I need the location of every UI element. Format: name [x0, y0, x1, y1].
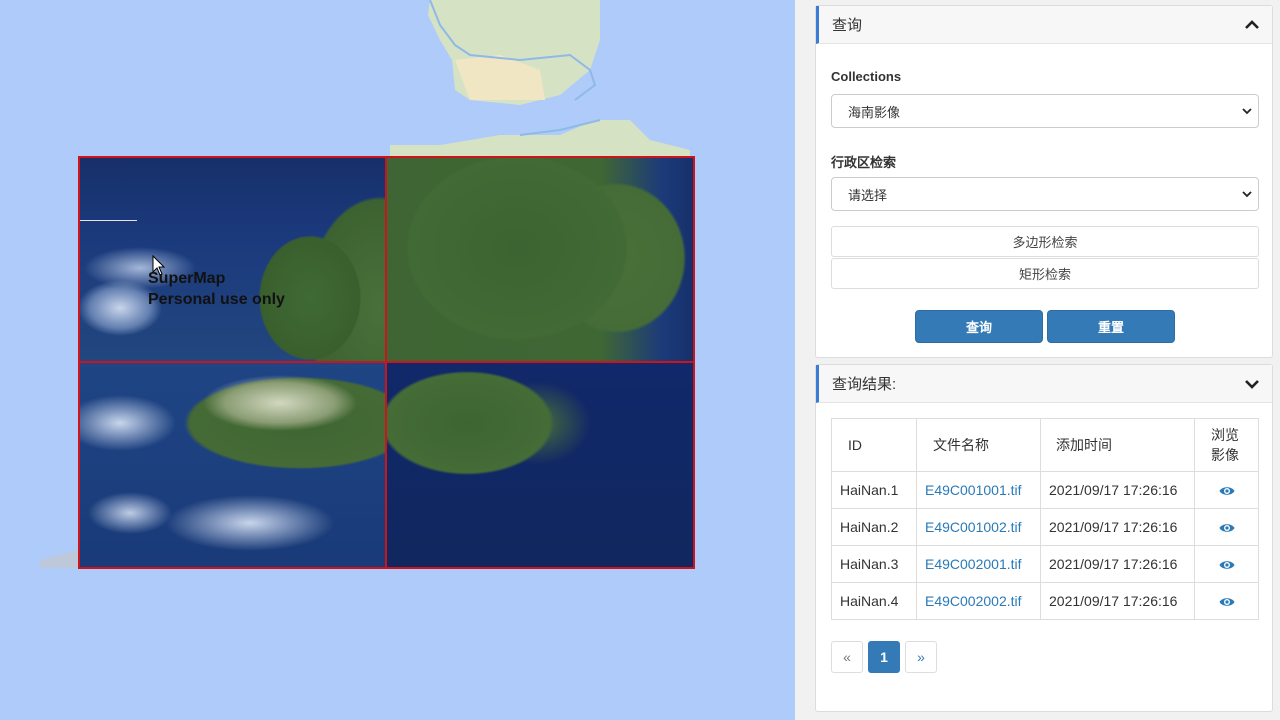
results-table: ID 文件名称 添加时间 浏览影像 HaiNan.1 E49C001001.ti…	[831, 418, 1259, 620]
region-select-value: 请选择	[848, 187, 888, 203]
eye-icon[interactable]	[1219, 596, 1235, 608]
row-time: 2021/09/17 17:26:16	[1040, 508, 1195, 546]
collections-label: Collections	[831, 69, 902, 84]
collections-select-value: 海南影像	[848, 104, 901, 120]
query-button[interactable]: 查询	[915, 310, 1043, 343]
query-card: 查询 Collections 海南影像 行政区检索 请选择 多边形检索 矩形检索…	[815, 5, 1273, 358]
map-watermark: SuperMap Personal use only	[148, 268, 285, 310]
row-id: HaiNan.2	[831, 508, 917, 546]
table-header-row: ID 文件名称 添加时间 浏览影像	[831, 418, 1259, 472]
watermark-line-2: Personal use only	[148, 291, 285, 308]
region-label: 行政区检索	[831, 155, 897, 170]
row-id: HaiNan.3	[831, 545, 917, 583]
query-card-title: 查询	[832, 17, 863, 34]
query-card-header[interactable]: 查询	[816, 6, 1272, 44]
row-view-cell	[1194, 545, 1259, 583]
result-card-header[interactable]: 查询结果:	[816, 365, 1272, 403]
row-view-cell	[1194, 508, 1259, 546]
table-row: HaiNan.2 E49C001002.tif 2021/09/17 17:26…	[831, 508, 1259, 546]
eye-icon[interactable]	[1219, 485, 1235, 497]
row-time: 2021/09/17 17:26:16	[1040, 471, 1195, 509]
pagination-page-1[interactable]: 1	[868, 641, 900, 673]
row-time: 2021/09/17 17:26:16	[1040, 545, 1195, 583]
result-card: 查询结果: ID 文件名称 添加时间 浏览影像 HaiNan.1 E49C001…	[815, 364, 1273, 712]
col-header-filename: 文件名称	[916, 418, 1041, 472]
table-row: HaiNan.1 E49C001001.tif 2021/09/17 17:26…	[831, 471, 1259, 509]
row-time: 2021/09/17 17:26:16	[1040, 582, 1195, 620]
row-id: HaiNan.4	[831, 582, 917, 620]
eye-icon[interactable]	[1219, 559, 1235, 571]
pagination: « 1 »	[831, 641, 937, 673]
polygon-search-button[interactable]: 多边形检索	[831, 226, 1259, 257]
region-select[interactable]: 请选择	[831, 177, 1259, 211]
col-header-time: 添加时间	[1040, 418, 1195, 472]
pagination-next[interactable]: »	[905, 641, 937, 673]
scale-bar	[80, 220, 137, 221]
col-header-id: ID	[831, 418, 917, 472]
row-file-link[interactable]: E49C002001.tif	[916, 545, 1041, 583]
collections-select[interactable]: 海南影像	[831, 94, 1259, 128]
col-header-view: 浏览影像	[1194, 418, 1259, 472]
row-file-link[interactable]: E49C002002.tif	[916, 582, 1041, 620]
row-view-cell	[1194, 582, 1259, 620]
table-row: HaiNan.3 E49C002001.tif 2021/09/17 17:26…	[831, 545, 1259, 583]
chevron-up-icon[interactable]	[1244, 17, 1260, 33]
row-view-cell	[1194, 471, 1259, 509]
side-panel: 查询 Collections 海南影像 行政区检索 请选择 多边形检索 矩形检索…	[795, 0, 1280, 720]
table-row: HaiNan.4 E49C002002.tif 2021/09/17 17:26…	[831, 582, 1259, 620]
chevron-down-icon	[1242, 191, 1252, 198]
watermark-line-1: SuperMap	[148, 270, 226, 287]
image-tile-sw[interactable]	[78, 361, 387, 569]
image-tile-nw[interactable]	[78, 156, 387, 363]
mouse-cursor-icon	[152, 255, 166, 276]
reset-button[interactable]: 重置	[1047, 310, 1175, 343]
row-file-link[interactable]: E49C001002.tif	[916, 508, 1041, 546]
image-tile-se[interactable]	[385, 361, 695, 569]
eye-icon[interactable]	[1219, 522, 1235, 534]
rectangle-search-button[interactable]: 矩形检索	[831, 258, 1259, 289]
row-id: HaiNan.1	[831, 471, 917, 509]
chevron-down-icon	[1242, 108, 1252, 115]
row-file-link[interactable]: E49C001001.tif	[916, 471, 1041, 509]
pagination-prev[interactable]: «	[831, 641, 863, 673]
chevron-down-icon[interactable]	[1244, 376, 1260, 392]
image-tile-ne[interactable]	[385, 156, 695, 363]
result-card-title: 查询结果:	[832, 376, 897, 393]
image-tile-grid[interactable]	[78, 156, 695, 569]
map-view[interactable]: SuperMap Personal use only	[0, 0, 795, 720]
